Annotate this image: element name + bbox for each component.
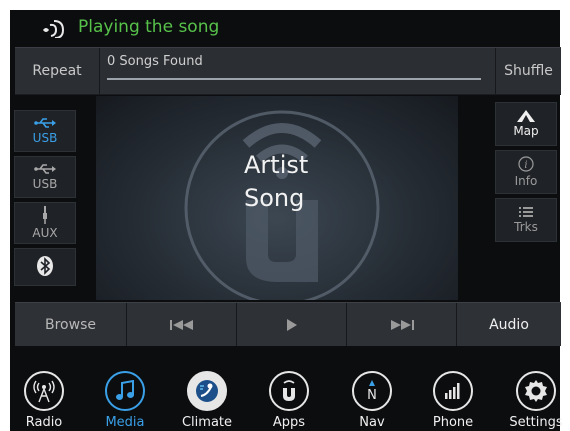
tracks-button[interactable]: Trks — [495, 198, 557, 242]
bluetooth-icon — [37, 256, 53, 276]
compass-icon: N — [352, 371, 392, 411]
media-screen: Playing the song Repeat 0 Songs Found Sh… — [10, 10, 563, 431]
status-text: Playing the song — [78, 17, 220, 37]
tracks-icon — [519, 207, 533, 217]
map-button[interactable]: Map — [495, 102, 557, 146]
info-icon: i — [518, 156, 534, 172]
nav-label: Phone — [432, 415, 474, 430]
shuffle-button[interactable]: Shuffle — [495, 48, 561, 94]
svg-text:i: i — [524, 160, 527, 171]
apps-icon — [269, 371, 309, 411]
climate-icon — [187, 371, 227, 411]
nav-label: Apps — [272, 415, 306, 430]
songs-found-text: 0 Songs Found — [107, 54, 203, 69]
svg-text:N: N — [367, 388, 377, 403]
music-note-icon — [105, 371, 145, 411]
play-icon — [286, 318, 297, 331]
bottom-nav: Radio Media Climate Apps N Nav Phone Set… — [10, 357, 563, 431]
song-title: Song — [244, 184, 305, 212]
nav-nav[interactable]: N Nav — [334, 371, 410, 431]
song-progress-area: 0 Songs Found — [101, 48, 494, 94]
status-bar: Playing the song — [10, 10, 560, 46]
nav-climate[interactable]: Climate — [169, 371, 245, 431]
skip-next-icon — [390, 319, 414, 330]
nav-label: Media — [105, 415, 145, 430]
map-icon — [517, 110, 535, 122]
nav-label: Radio — [25, 415, 63, 430]
source-label: USB — [32, 131, 58, 145]
source-usb-2-button[interactable]: USB — [14, 156, 76, 198]
nav-settings[interactable]: Settings — [498, 371, 570, 431]
usb-icon — [34, 118, 56, 128]
album-art: Artist Song — [96, 96, 458, 300]
nav-label: Settings — [509, 415, 563, 430]
skip-previous-icon — [169, 319, 193, 330]
previous-button[interactable] — [127, 303, 237, 346]
info-button[interactable]: i Info — [495, 150, 557, 194]
voice-command-icon — [43, 20, 65, 38]
audio-button[interactable]: Audio — [457, 303, 561, 346]
progress-bar[interactable] — [107, 78, 481, 80]
tracks-label: Trks — [514, 220, 538, 234]
play-button[interactable] — [237, 303, 347, 346]
info-label: Info — [514, 174, 538, 188]
usb-icon — [34, 164, 56, 174]
phone-signal-icon — [433, 371, 473, 411]
artist-name: Artist — [244, 151, 309, 179]
nav-label: Climate — [181, 415, 233, 430]
nav-phone[interactable]: Phone — [415, 371, 491, 431]
browse-button[interactable]: Browse — [15, 303, 127, 346]
next-button[interactable] — [347, 303, 457, 346]
aux-icon — [43, 206, 47, 224]
source-aux-button[interactable]: AUX — [14, 202, 76, 244]
gear-icon — [516, 371, 556, 411]
nav-apps[interactable]: Apps — [251, 371, 327, 431]
source-bluetooth-button[interactable] — [14, 248, 76, 286]
transport-bar: Browse Audio — [15, 302, 561, 346]
source-label: USB — [32, 177, 58, 191]
nav-media[interactable]: Media — [87, 371, 163, 431]
top-bar: Repeat 0 Songs Found Shuffle — [15, 47, 561, 95]
radio-icon — [24, 371, 64, 411]
source-usb-1-button[interactable]: USB — [14, 110, 76, 152]
nav-radio[interactable]: Radio — [6, 371, 82, 431]
map-label: Map — [513, 124, 539, 138]
source-label: AUX — [32, 226, 58, 240]
nav-label: Nav — [359, 415, 385, 430]
repeat-button[interactable]: Repeat — [15, 48, 100, 94]
